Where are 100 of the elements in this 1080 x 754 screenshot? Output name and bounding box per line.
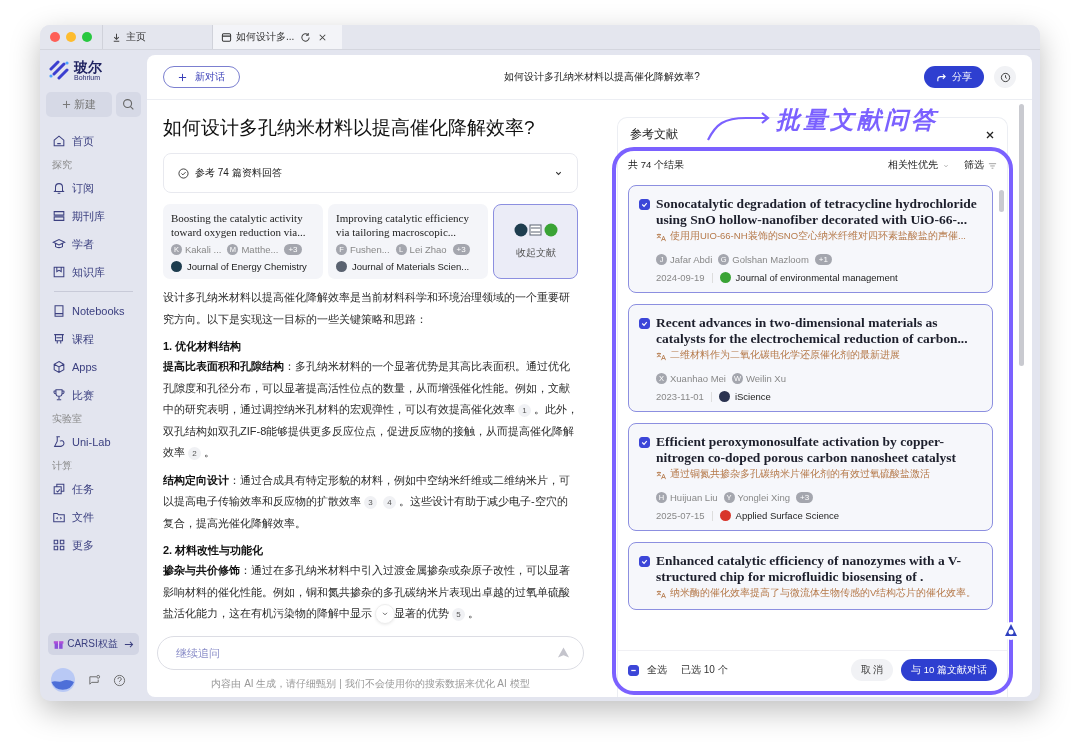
share-button[interactable]: 分享 [924, 66, 984, 88]
author-name: Weilin Xu [746, 373, 786, 384]
journal-name: iScience [734, 391, 771, 402]
chat-with-papers-button[interactable]: 与 10 篇文献对话 [901, 659, 997, 681]
paper-title[interactable]: Improving catalytic efficiency via tailoring macroscopic... [336, 211, 480, 239]
question-title: 如何设计多孔纳米材料以提高催化降解效率? [163, 116, 536, 140]
paper-card[interactable] [628, 185, 993, 293]
author-name: Yonglei Xing [737, 492, 791, 503]
publish-date: 2025-07-15 [656, 510, 705, 521]
check-circle-icon [178, 167, 189, 179]
chat-title: 如何设计多孔纳米材料以提高催化降解效率? [503, 70, 701, 84]
result-count: 共 74 个结果 [628, 159, 684, 172]
section-heading: 探究 [51, 159, 73, 172]
paper-title: Sonocatalytic degradation of tetracycline hydrochloride using SnO hollow-nanofiber decorated with UiO-66-... [656, 196, 978, 228]
logo-name: 玻尔 [74, 59, 102, 74]
translate-icon [656, 231, 666, 242]
logo-icon [48, 60, 70, 80]
section-heading: 2. 材料改性与功能化 [163, 543, 265, 558]
more-authors-count: +3 [796, 492, 814, 503]
nav-item[interactable]: 任务 [46, 475, 141, 503]
sort-dropdown[interactable]: 相关性优先 [888, 159, 950, 172]
publish-date: 2024-09-19 [656, 272, 705, 283]
nav-item[interactable]: Notebooks [46, 297, 141, 325]
help-icon[interactable] [113, 673, 126, 687]
tasks-icon [52, 482, 66, 496]
more-authors-count: +3 [284, 244, 302, 255]
journal-name: Journal of Energy Chemistry [187, 261, 307, 272]
cube-icon [52, 360, 66, 374]
references-summary[interactable]: 参考 74 篇资料回答 [195, 166, 282, 180]
translated-title: 纳米酶的催化效率提高了与微流体生物传感的V结构芯片的催化效率。 [670, 587, 977, 600]
search-button[interactable] [116, 92, 141, 117]
annotation-label: 批量文献问答 [776, 106, 938, 134]
browser-tab[interactable]: 如何设计多... [212, 25, 342, 49]
checkmark-icon [640, 200, 649, 209]
cancel-button[interactable]: 取 消 [850, 659, 894, 681]
checkbox[interactable] [639, 318, 650, 329]
author-name: Kakali ... [185, 244, 222, 255]
nav-item[interactable]: 更多 [46, 531, 141, 559]
home-icon [52, 134, 66, 148]
translated-title: 通过铜氮共掺杂多孔碳纳米片催化剂的有效过氧硫酸盐激活 [670, 468, 930, 481]
collapse-label: 收起文献 [515, 247, 556, 260]
author-name: Lei Zhao [409, 244, 447, 255]
nav-item[interactable]: 期刊库 [46, 202, 141, 230]
paragraph: 设计多孔纳米材料以提高催化降解效率是当前材料科学和环境治理领域的一个重要研究方向。以下是实现这一目标的一些关键策略和思路： [163, 290, 571, 327]
journal-name: Journal of environmental management [735, 272, 898, 283]
section-heading: 计算 [51, 460, 73, 473]
reload-icon[interactable] [300, 31, 312, 43]
paper-title[interactable]: Boosting the catalytic activity toward oxygen reduction via... [171, 211, 315, 239]
nav-item[interactable]: 比赛 [46, 381, 141, 409]
share-icon [936, 71, 947, 83]
filter-icon [988, 161, 997, 170]
history-button[interactable] [994, 66, 1016, 88]
nav-item[interactable]: Apps [46, 353, 141, 381]
checkbox[interactable] [639, 199, 650, 210]
nav-item[interactable]: 学者 [46, 230, 141, 258]
author-name: Xuanhao Mei [670, 373, 726, 384]
paragraph: 结构定向设计：通过合成具有特定形貌的材料，例如中空纳米纤维或二维纳米片，可以提高电子传输效率和反应物的扩散效率 3 4 。这些设计有助于减少电子-空穴的复合，提高光催化降解效率。 [163, 472, 571, 531]
publish-date: 2023-11-01 [656, 391, 704, 402]
follow-up-field[interactable]: 继续追问 [157, 636, 584, 670]
nav-item[interactable]: Uni-Lab [46, 428, 141, 456]
plus-icon [178, 72, 187, 82]
filter-button[interactable]: 筛选 [964, 159, 997, 172]
section-heading: 实验室 [51, 413, 83, 426]
nav-item[interactable]: 课程 [46, 325, 141, 353]
section-heading: 1. 优化材料结构 [163, 339, 243, 354]
translate-icon [656, 469, 666, 480]
close-icon[interactable] [985, 129, 995, 140]
arrow-right-icon [123, 639, 134, 649]
search-icon [122, 98, 135, 111]
checkmark-icon [640, 319, 649, 328]
nav-item[interactable]: 订阅 [46, 174, 141, 202]
translate-icon [656, 350, 666, 361]
disclaimer: 内容由 AI 生成，请仔细甄别 | 我们不会使用你的搜索数据来优化 AI 模型 [210, 677, 531, 691]
page-scrollbar[interactable] [1019, 104, 1024, 366]
checkbox[interactable] [639, 556, 650, 567]
paragraph: 掺杂与共价修饰：通过在多孔纳米材料中引入过渡金属掺杂或杂原子改性，可以显著影响材料的催化性能。例如，铜和氮共掺杂的多孔碳纳米片表现出卓越的过氧单硫酸盐活化能力，这在有机污染物的降解中显示 显著的优势 5 。 [163, 563, 571, 623]
select-all-checkbox[interactable] [628, 664, 639, 676]
author-name: Huijuan Liu [670, 492, 718, 503]
list-icon [52, 209, 66, 223]
chat-icon[interactable] [88, 673, 101, 687]
plus-icon [62, 100, 71, 109]
new-chat-button[interactable]: 新对话 [163, 66, 240, 88]
more-authors-count: +1 [814, 254, 832, 265]
promo-button[interactable]: CARSI权益 [48, 633, 139, 655]
nav-item[interactable]: 文件 [46, 503, 141, 531]
author-name: Matthe... [241, 244, 279, 255]
window-icon [221, 31, 232, 43]
author-name: Golshan Mazloom [732, 254, 809, 265]
nav-item[interactable]: 知识库 [46, 258, 141, 286]
checkbox[interactable] [639, 437, 650, 448]
scrollbar[interactable] [999, 190, 1004, 212]
collapse-card[interactable]: 收起文献 [493, 204, 578, 279]
paper-title: Enhanced catalytic efficiency of nanozymes with a V-structured chip for microfluidic biosensing of . [656, 553, 963, 585]
avatar[interactable] [50, 667, 76, 693]
paper-title: Efficient peroxymonosulfate activation by copper-nitrogen co-doped porous carbon nanosheet catalyst [656, 434, 957, 466]
nav-item[interactable]: 首页 [46, 127, 141, 155]
journal-name: Applied Surface Science [735, 510, 840, 521]
flask-icon [52, 435, 66, 449]
panel-title: 参考文献 [630, 126, 678, 143]
paper-card[interactable]: Enhanced catalytic efficiency of nanozymes with a V-structured chip for microfluidic biosensing of . 纳米酶的催化效率提高了与微流体生物传感的V结构芯片的催化效率。 [628, 542, 993, 610]
